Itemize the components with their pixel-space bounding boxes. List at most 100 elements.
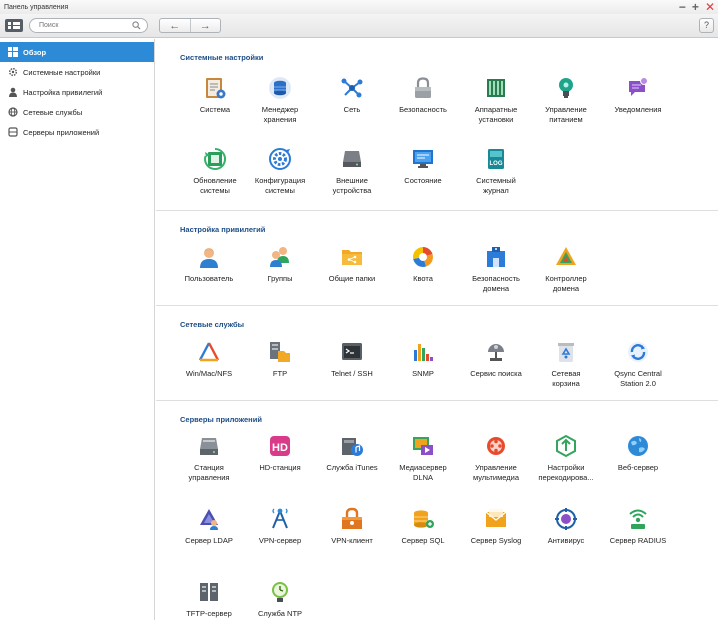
tile-label: Служба NTP bbox=[257, 609, 303, 618]
tile-shared-folders[interactable]: Общие папки bbox=[316, 245, 388, 284]
tile-status[interactable]: Состояние bbox=[387, 147, 459, 186]
tile-system-config[interactable]: Конфигурация системы bbox=[244, 147, 316, 196]
menu-toggle-icon[interactable] bbox=[5, 19, 23, 32]
domain-security-icon bbox=[487, 247, 505, 267]
overview-icon bbox=[8, 47, 18, 57]
server-icon bbox=[8, 127, 18, 137]
tile-label: Сервис поиска bbox=[470, 369, 522, 378]
maximize-icon[interactable]: + bbox=[692, 1, 699, 13]
tile-qsync[interactable]: Qsync Central Station 2.0 bbox=[602, 340, 674, 389]
tile-label: Сервер RADIUS bbox=[609, 536, 667, 545]
search-icon[interactable] bbox=[132, 21, 141, 30]
tile-hardware[interactable]: Аппаратные установки bbox=[460, 76, 532, 125]
storage-icon bbox=[269, 77, 291, 99]
gear-icon bbox=[8, 67, 18, 77]
tile-quota[interactable]: Квота bbox=[387, 245, 459, 284]
tile-power-management[interactable]: Управление питанием bbox=[530, 76, 602, 125]
help-button[interactable]: ? bbox=[699, 18, 714, 33]
tile-station-manager[interactable]: Станция управления bbox=[173, 434, 245, 483]
station-icon bbox=[200, 438, 218, 455]
terminal-icon bbox=[342, 343, 362, 360]
window-controls: − + ✕ bbox=[679, 0, 715, 14]
tile-discovery[interactable]: Сервис поиска bbox=[460, 340, 532, 379]
section-title: Системные настройки bbox=[180, 53, 264, 62]
win-mac-nfs-icon bbox=[198, 342, 220, 362]
ntp-icon bbox=[272, 582, 288, 602]
search-input[interactable] bbox=[39, 22, 127, 29]
external-device-icon bbox=[343, 151, 361, 167]
tile-groups[interactable]: Группы bbox=[244, 245, 316, 284]
tile-storage-manager[interactable]: Менеджер хранения bbox=[244, 76, 316, 125]
tile-transcode[interactable]: Настройки перекодирова... bbox=[530, 434, 602, 483]
sidebar-item-label: Настройка привилегий bbox=[23, 87, 103, 97]
section-title: Серверы приложений bbox=[180, 415, 262, 424]
back-button[interactable]: ← bbox=[160, 19, 191, 32]
tile-ftp[interactable]: FTP bbox=[244, 340, 316, 379]
tile-network-recycle-bin[interactable]: Сетевая корзина bbox=[530, 340, 602, 389]
tile-ntp-service[interactable]: Служба NTP bbox=[244, 580, 316, 619]
tile-ldap-server[interactable]: Сервер LDAP bbox=[173, 507, 245, 546]
tile-label: Сервер Syslog bbox=[470, 536, 522, 545]
tile-external-devices[interactable]: Внешние устройства bbox=[316, 147, 388, 196]
multimedia-icon bbox=[487, 437, 505, 455]
ldap-icon bbox=[200, 509, 218, 530]
forward-button[interactable]: → bbox=[191, 19, 221, 32]
tile-system-update[interactable]: Обновление системы bbox=[179, 147, 251, 196]
tile-win-mac-nfs[interactable]: Win/Mac/NFS bbox=[173, 340, 245, 379]
tile-label: TFTP-сервер bbox=[186, 609, 232, 618]
user-icon bbox=[8, 87, 18, 97]
tile-security[interactable]: Безопасность bbox=[387, 76, 459, 115]
tile-dlna[interactable]: Медиасервер DLNA bbox=[387, 434, 459, 483]
minimize-icon[interactable]: − bbox=[679, 1, 686, 13]
status-icon bbox=[413, 150, 433, 168]
update-icon bbox=[204, 147, 227, 170]
section-network-services: Сетевые службы Win/Mac/NFS FTP Telnet / … bbox=[156, 306, 718, 401]
tile-label: Управление питанием bbox=[545, 105, 587, 124]
tile-label: Управление мультимедиа bbox=[472, 463, 520, 482]
tile-network[interactable]: Сеть bbox=[316, 76, 388, 115]
tile-system-log[interactable]: LOG Системный журнал bbox=[460, 147, 532, 196]
radius-icon bbox=[629, 509, 647, 529]
tile-snmp[interactable]: SNMP bbox=[387, 340, 459, 379]
tile-multimedia[interactable]: Управление мультимедиа bbox=[460, 434, 532, 483]
snmp-icon bbox=[414, 344, 433, 361]
tile-label: Станция управления bbox=[188, 463, 230, 482]
window-title: Панель управления bbox=[4, 3, 69, 11]
tile-vpn-client[interactable]: VPN-клиент bbox=[316, 507, 388, 546]
tile-tftp-server[interactable]: TFTP-сервер bbox=[173, 580, 245, 619]
svg-text:HD: HD bbox=[272, 442, 288, 454]
section-title: Сетевые службы bbox=[180, 320, 245, 329]
sidebar-item-privileges[interactable]: Настройка привилегий bbox=[0, 82, 154, 102]
sidebar: Обзор Системные настройки Настройка прив… bbox=[0, 39, 155, 620]
sidebar-item-overview[interactable]: Обзор bbox=[0, 42, 154, 62]
sidebar-item-app-servers[interactable]: Серверы приложений bbox=[0, 122, 154, 142]
tile-vpn-server[interactable]: VPN-сервер bbox=[244, 507, 316, 546]
log-icon: LOG bbox=[488, 149, 504, 169]
tile-user[interactable]: Пользователь bbox=[173, 245, 245, 284]
lock-icon bbox=[415, 77, 431, 98]
section-privileges: Настройка привилегий Пользователь Группы… bbox=[156, 211, 718, 306]
toolbar: ← → ? bbox=[0, 14, 718, 38]
tile-domain-security[interactable]: Безопасность домена bbox=[460, 245, 532, 294]
tile-syslog-server[interactable]: Сервер Syslog bbox=[460, 507, 532, 546]
tile-sql-server[interactable]: Сервер SQL bbox=[387, 507, 459, 546]
tile-system[interactable]: Система bbox=[179, 76, 251, 115]
network-icon bbox=[341, 78, 363, 98]
shared-folder-icon bbox=[342, 250, 362, 265]
sidebar-item-network-services[interactable]: Сетевые службы bbox=[0, 102, 154, 122]
power-icon bbox=[559, 78, 573, 98]
tile-radius-server[interactable]: Сервер RADIUS bbox=[602, 507, 674, 546]
tile-notifications[interactable]: Уведомления bbox=[602, 76, 674, 115]
antivirus-icon bbox=[555, 508, 577, 530]
tile-label: Telnet / SSH bbox=[331, 369, 373, 378]
tile-hd-station[interactable]: HD HD-станция bbox=[244, 434, 316, 473]
tile-domain-controller[interactable]: Контроллер домена bbox=[530, 245, 602, 294]
tile-telnet-ssh[interactable]: Telnet / SSH bbox=[316, 340, 388, 379]
tile-web-server[interactable]: Веб-сервер bbox=[602, 434, 674, 473]
tile-label: Аппаратные установки bbox=[474, 105, 518, 124]
close-icon[interactable]: ✕ bbox=[705, 1, 715, 13]
tile-itunes[interactable]: Служба iTunes bbox=[316, 434, 388, 473]
sidebar-item-system-settings[interactable]: Системные настройки bbox=[0, 62, 154, 82]
notification-icon bbox=[629, 77, 648, 96]
tile-antivirus[interactable]: Антивирус bbox=[530, 507, 602, 546]
